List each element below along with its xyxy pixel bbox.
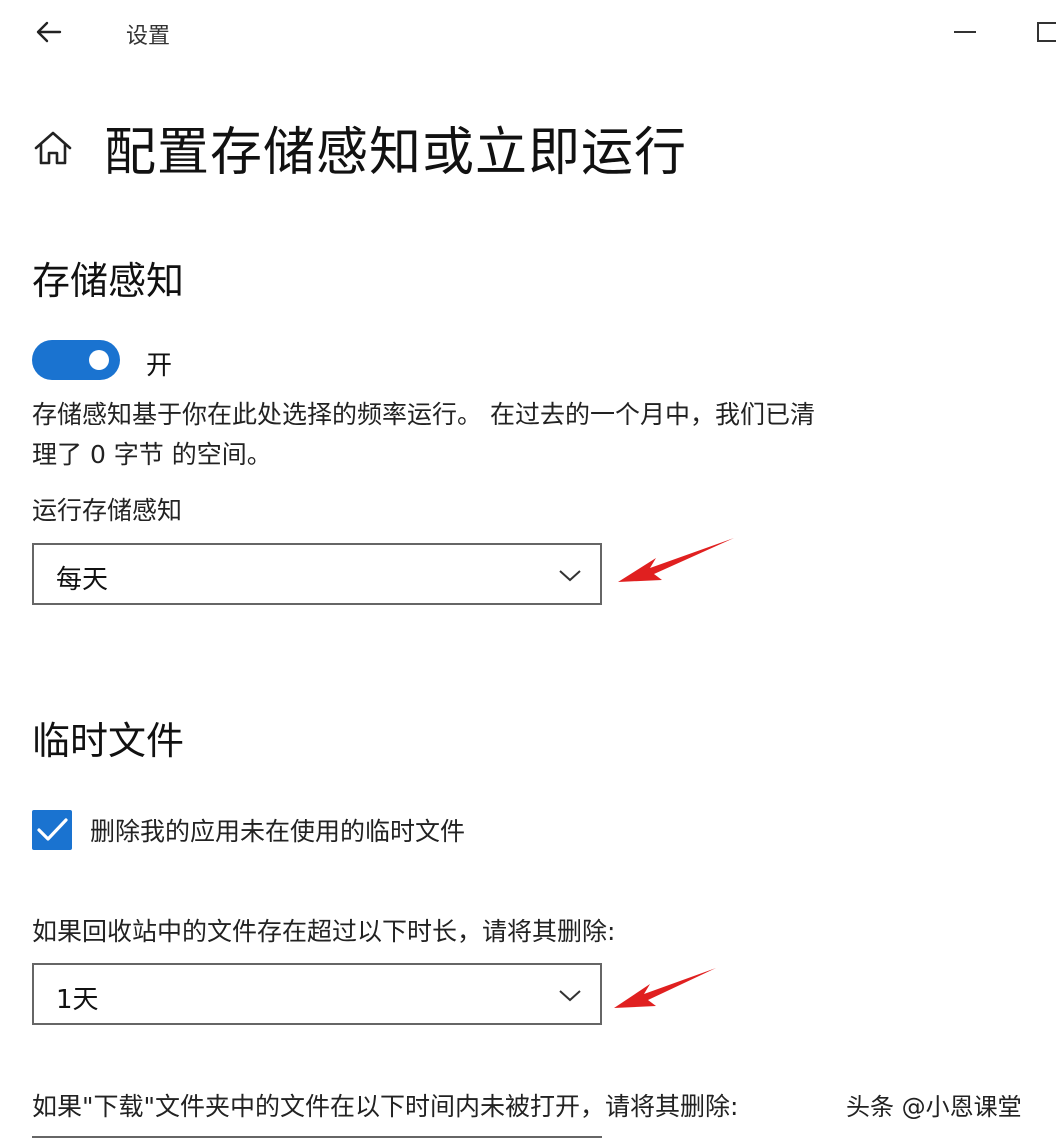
page-title: 配置存储感知或立即运行	[104, 123, 688, 183]
home-icon	[34, 131, 72, 165]
chevron-down-icon	[559, 990, 581, 1002]
toggle-knob	[89, 350, 109, 370]
downloads-dropdown[interactable]	[32, 1136, 602, 1148]
delete-temp-files-label[interactable]: 删除我的应用未在使用的临时文件	[90, 812, 465, 848]
description-line-2: 理了 0 字节 的空间。	[32, 440, 272, 469]
downloads-folder-label: 如果"下载"文件夹中的文件在以下时间内未被打开，请将其删除:	[32, 1092, 739, 1121]
run-storage-sense-label: 运行存储感知	[32, 496, 183, 525]
toggle-state-label: 开	[146, 351, 173, 381]
recycle-bin-label: 如果回收站中的文件存在超过以下时长，请将其删除:	[32, 917, 616, 946]
run-frequency-dropdown[interactable]: 每天	[32, 543, 602, 605]
title-bar: 设置	[0, 0, 1062, 68]
maximize-icon	[1037, 22, 1056, 42]
recycle-bin-value: 1天	[56, 985, 99, 1015]
red-arrow-annotation	[618, 538, 734, 582]
back-button[interactable]	[28, 14, 68, 50]
home-button[interactable]	[32, 128, 74, 168]
delete-temp-files-checkbox[interactable]	[32, 810, 72, 850]
storage-sense-description: 存储感知基于你在此处选择的频率运行。 在过去的一个月中，我们已清 理了 0 字节…	[32, 395, 962, 475]
checkmark-icon	[37, 818, 68, 841]
description-line-1: 存储感知基于你在此处选择的频率运行。 在过去的一个月中，我们已清	[32, 400, 815, 429]
red-arrow-annotation	[614, 968, 716, 1008]
minimize-button[interactable]	[945, 14, 985, 50]
chevron-down-icon	[559, 570, 581, 582]
storage-sense-heading: 存储感知	[32, 259, 185, 303]
maximize-button[interactable]	[1036, 14, 1062, 50]
recycle-bin-dropdown[interactable]: 1天	[32, 963, 602, 1025]
arrow-left-icon	[36, 21, 62, 43]
watermark: 头条 @小恩课堂	[846, 1093, 1022, 1121]
minimize-icon	[954, 31, 976, 33]
run-frequency-value: 每天	[56, 565, 109, 595]
storage-sense-toggle[interactable]	[32, 340, 120, 380]
window-title: 设置	[126, 24, 171, 49]
temp-files-heading: 临时文件	[32, 719, 185, 763]
